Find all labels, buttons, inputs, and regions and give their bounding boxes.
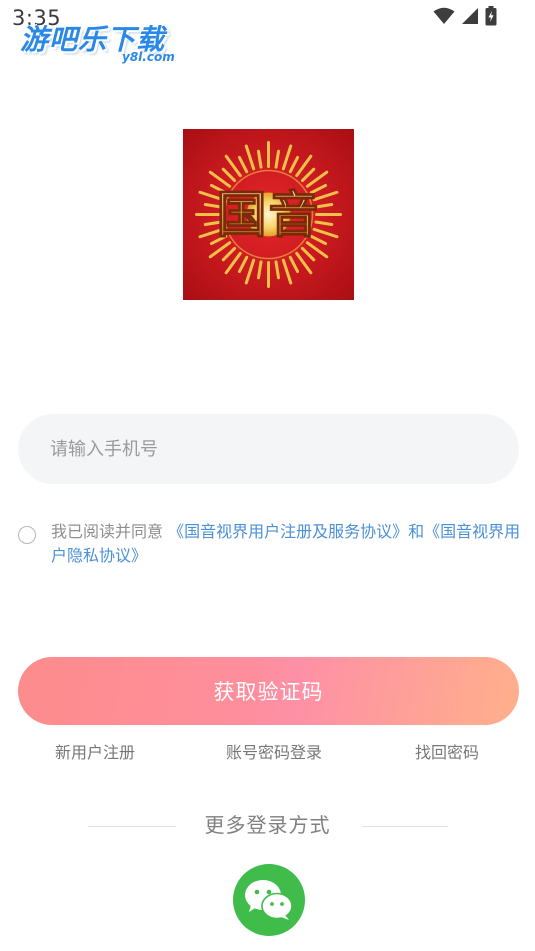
agreement-connector: 和 xyxy=(408,522,425,541)
password-login-link[interactable]: 账号密码登录 xyxy=(226,739,322,763)
app-logo-graphic: 国音 xyxy=(183,129,354,300)
wifi-icon xyxy=(433,7,455,24)
get-verification-code-button[interactable]: 获取验证码 xyxy=(18,657,519,725)
agreement-checkbox[interactable] xyxy=(18,526,36,544)
agreement-prefix: 我已阅读并同意 xyxy=(51,522,164,541)
register-link[interactable]: 新用户注册 xyxy=(55,739,135,763)
battery-icon xyxy=(485,6,497,26)
app-logo: 国音 xyxy=(183,129,354,300)
logo-text: 国音 xyxy=(217,185,321,244)
watermark-subtitle: y8l.com xyxy=(122,50,175,64)
phone-input-container[interactable] xyxy=(18,414,519,484)
wechat-icon xyxy=(245,880,293,920)
status-icons xyxy=(433,6,497,26)
wechat-login-button[interactable] xyxy=(233,864,305,936)
secondary-links: 新用户注册 账号密码登录 找回密码 xyxy=(0,739,535,763)
phone-input[interactable] xyxy=(48,437,489,461)
more-login-title: 更多登录方式 xyxy=(204,813,331,837)
agreement-text: 我已阅读并同意 《国音视界用户注册及服务协议》和《国音视界用户隐私协议》 xyxy=(51,520,523,568)
forgot-password-link[interactable]: 找回密码 xyxy=(415,739,479,763)
more-login-methods: 更多登录方式 xyxy=(0,809,535,837)
service-agreement-link[interactable]: 《国音视界用户注册及服务协议》 xyxy=(168,522,408,541)
watermark: 游吧乐下载 y8l.com xyxy=(16,16,196,68)
cellular-signal-icon xyxy=(462,8,478,24)
